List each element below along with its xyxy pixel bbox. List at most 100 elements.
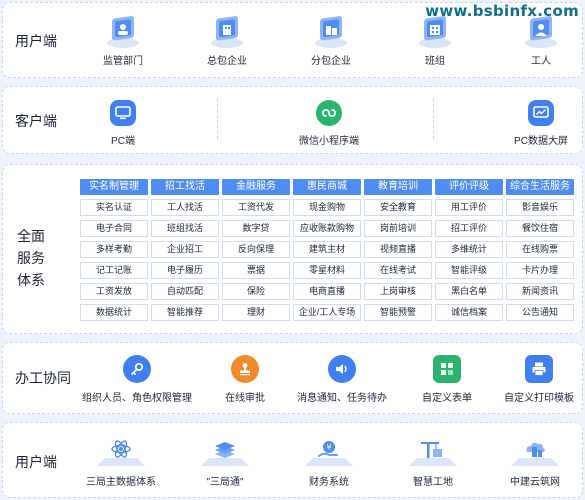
service-cell[interactable]: 理财 — [222, 304, 290, 321]
service-cell[interactable]: 智能评级 — [435, 262, 503, 279]
worker-icon — [525, 16, 557, 48]
client-item-pc[interactable]: PC端 — [63, 100, 183, 147]
divider — [217, 99, 218, 139]
pc-icon — [110, 100, 136, 126]
service-column-header[interactable]: 综合生活服务 — [506, 179, 574, 195]
service-column: 惠民商城现金购物应收账款购物 建筑主材零星材料电商直播企业/工人专场 — [293, 179, 361, 321]
client-section: 客户端 PC端 微信小程序端 PC数据大屏 — [2, 86, 583, 154]
system-item-label: "三局通" — [206, 477, 244, 488]
user-item-general-contractor[interactable]: 总包企业 — [167, 15, 287, 67]
system-item-finance[interactable]: ¥ 财务系统 — [269, 436, 389, 488]
service-column-header[interactable]: 评价评级 — [435, 179, 503, 195]
service-cell[interactable]: 安全教育 — [364, 199, 432, 216]
service-cell[interactable]: 工人找活 — [151, 199, 219, 216]
service-cell[interactable]: 上岗审核 — [364, 283, 432, 300]
service-cell[interactable]: 企业/工人专场 — [293, 304, 361, 321]
service-cell[interactable]: 视频直播 — [364, 241, 432, 258]
service-cell[interactable]: 新闻资讯 — [506, 283, 574, 300]
service-cell[interactable]: 多维统计 — [435, 241, 503, 258]
general-contractor-icon — [211, 16, 243, 48]
key-icon — [123, 355, 151, 383]
office-collab-section: 办工协同 组织人员、角色权限管理 在线审批 消息通知、任务待办 自定义表单 自定… — [2, 342, 583, 414]
team-icon — [419, 16, 451, 48]
service-cell[interactable]: 岗前培训 — [364, 220, 432, 237]
service-cell[interactable]: 反向保理 — [222, 241, 290, 258]
crane-icon — [409, 442, 457, 466]
printer-icon — [525, 355, 553, 383]
service-cell[interactable]: 卡片办理 — [506, 262, 574, 279]
system-item-label: 财务系统 — [309, 477, 349, 488]
service-column-header[interactable]: 教育培训 — [364, 179, 432, 195]
service-column: 金融服务工资代发数字贷反向保理票据保险理财 — [222, 179, 290, 321]
user-item-subcontractor[interactable]: 分包企业 — [271, 15, 391, 67]
user-item-supervision[interactable]: 监管部门 — [63, 15, 183, 67]
service-cell[interactable]: 黑白名单 — [435, 283, 503, 300]
service-cell[interactable]: 票据 — [222, 262, 290, 279]
service-cell[interactable]: 班组找活 — [151, 220, 219, 237]
service-cell[interactable]: 电商直播 — [293, 283, 361, 300]
service-cell[interactable]: 企业招工 — [151, 241, 219, 258]
system-item-yunzhu[interactable]: 中建云筑网 — [475, 436, 585, 488]
user-item-label: 班组 — [425, 56, 445, 67]
user-item-worker[interactable]: 工人 — [481, 15, 585, 67]
user-terminal-bottom-section: 用户端 三局主数据体系 "三局通" ¥ 财务系统 智慧工地 中建云筑网 — [2, 422, 583, 498]
client-item-label: PC数据大屏 — [514, 136, 568, 147]
service-column-header[interactable]: 惠民商城 — [293, 179, 361, 195]
system-item-label: 中建云筑网 — [510, 477, 560, 488]
system-item-master-data[interactable]: 三局主数据体系 — [61, 436, 181, 488]
service-cell[interactable]: 电子履历 — [151, 262, 219, 279]
service-cell[interactable]: 在线考试 — [364, 262, 432, 279]
service-cell[interactable]: 建筑主材 — [293, 241, 361, 258]
service-column: 教育培训安全教育岗前培训视频直播在线考试上岗审核智能预警 — [364, 179, 432, 321]
service-column-header[interactable]: 实名制管理 — [80, 179, 148, 195]
system-item-label: 三局主数据体系 — [86, 477, 156, 488]
service-cell[interactable]: 智能预警 — [364, 304, 432, 321]
service-cell[interactable]: 自动匹配 — [151, 283, 219, 300]
finance-icon: ¥ — [305, 441, 353, 466]
service-cell[interactable]: 零星材料 — [293, 262, 361, 279]
service-cell[interactable]: 数字贷 — [222, 220, 290, 237]
subcontractor-icon — [315, 16, 347, 48]
office-item-print-template[interactable]: 自定义打印模板 — [479, 355, 585, 404]
service-column-header[interactable]: 金融服务 — [222, 179, 290, 195]
service-cell[interactable]: 在线购票 — [506, 241, 574, 258]
service-cell[interactable]: 应收账款购物 — [293, 220, 361, 237]
stamp-icon — [231, 355, 259, 383]
form-grid-icon — [433, 355, 461, 383]
section-label: 用户端 — [15, 33, 57, 49]
service-column-header[interactable]: 招工找活 — [151, 179, 219, 195]
service-cell[interactable]: 工资代发 — [222, 199, 290, 216]
service-cell[interactable]: 用工评价 — [435, 199, 503, 216]
section-label-line: 全面 — [17, 228, 45, 244]
watermark: www.bsbinfx.com — [425, 2, 579, 20]
service-cell[interactable]: 记工记账 — [80, 262, 148, 279]
service-column: 实名制管理实名认证电子合同多样考勤记工记账工资发放数据统计 — [80, 179, 148, 321]
service-cell[interactable]: 招工评价 — [435, 220, 503, 237]
client-item-label: 微信小程序端 — [299, 136, 359, 147]
layers-icon — [201, 442, 249, 466]
client-item-label: PC端 — [111, 136, 135, 147]
divider — [433, 99, 434, 139]
service-cell[interactable]: 现金购物 — [293, 199, 361, 216]
service-cell[interactable]: 餐饮住宿 — [506, 220, 574, 237]
service-cell[interactable]: 智能推荐 — [151, 304, 219, 321]
speaker-icon — [328, 355, 356, 383]
service-cell[interactable]: 实名认证 — [80, 199, 148, 216]
service-system-section: 全面 服务 体系 实名制管理 实名认证 电子合同 多样考勤 记工记账 工资发放 数据统计 招工… — [2, 164, 583, 334]
service-cell[interactable]: 多样考勤 — [80, 241, 148, 258]
service-cell[interactable]: 影音娱乐 — [506, 199, 574, 216]
service-cell[interactable]: 工资发放 — [80, 283, 148, 300]
service-cell[interactable]: 诚信档案 — [435, 304, 503, 321]
service-cell[interactable]: 保险 — [222, 283, 290, 300]
service-cell[interactable]: 数据统计 — [80, 304, 148, 321]
user-item-label: 分包企业 — [311, 56, 351, 67]
system-item-sanjutong[interactable]: "三局通" — [165, 436, 285, 488]
service-cell[interactable]: 公告通知 — [506, 304, 574, 321]
client-item-data-screen[interactable]: PC数据大屏 — [481, 100, 585, 147]
section-label-line: 服务 — [17, 250, 45, 266]
client-item-mini-program[interactable]: 微信小程序端 — [269, 100, 389, 147]
user-item-label: 总包企业 — [207, 56, 247, 67]
section-label-line: 体系 — [17, 272, 45, 288]
service-cell[interactable]: 电子合同 — [80, 220, 148, 237]
user-item-team[interactable]: 班组 — [375, 15, 495, 67]
